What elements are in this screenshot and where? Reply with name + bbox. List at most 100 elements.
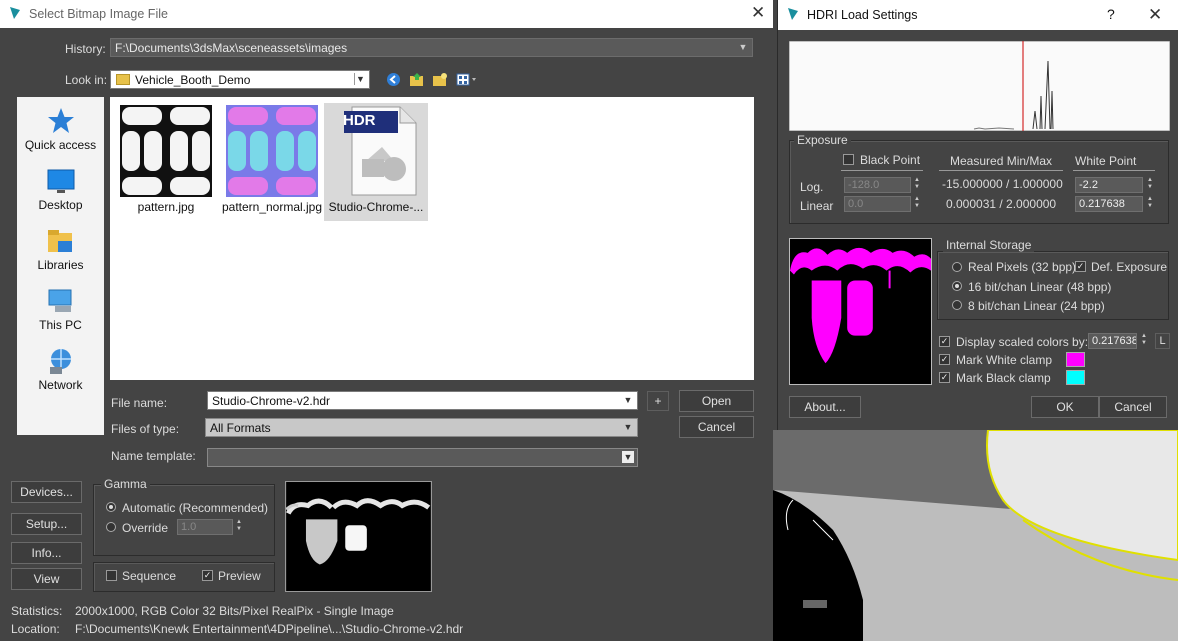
- def-exposure-checkbox[interactable]: ✓: [1075, 261, 1086, 272]
- libraries-icon: [47, 230, 72, 252]
- spinner-arrows-icon[interactable]: ▲ ▼: [912, 196, 922, 212]
- lock-button[interactable]: L: [1155, 333, 1170, 349]
- filename-value: Studio-Chrome-v2.hdr: [212, 394, 331, 408]
- sequence-checkbox[interactable]: [106, 570, 117, 581]
- statistics-label: Statistics:: [11, 604, 63, 618]
- log-label: Log.: [800, 180, 824, 194]
- file-name: pattern_normal.jpg: [221, 200, 323, 214]
- white-point-label: White Point: [1075, 154, 1137, 168]
- override-radio[interactable]: [106, 522, 116, 532]
- measured-log-value: -15.000000 / 1.000000: [942, 177, 1063, 191]
- override-spinner[interactable]: 1.0: [177, 519, 233, 535]
- divider: [939, 170, 1063, 171]
- black-clamp-checkbox[interactable]: ✓: [939, 372, 950, 383]
- place-desktop[interactable]: Desktop: [17, 167, 104, 212]
- spinner-arrows-icon[interactable]: ▲ ▼: [234, 519, 244, 535]
- title-bar: HDRI Load Settings ? ✕: [778, 0, 1178, 30]
- spinner-arrows-icon[interactable]: ▲ ▼: [912, 177, 922, 193]
- up-folder-icon[interactable]: [409, 72, 425, 87]
- automatic-radio[interactable]: [106, 502, 116, 512]
- place-quick-access[interactable]: Quick access: [17, 107, 104, 152]
- override-label: Override: [122, 521, 169, 535]
- bit16-radio[interactable]: [952, 281, 962, 291]
- place-label: Libraries: [37, 258, 84, 272]
- new-folder-icon[interactable]: [432, 72, 448, 87]
- close-icon[interactable]: ✕: [1148, 5, 1162, 25]
- white-clamp-swatch[interactable]: [1066, 352, 1085, 367]
- bit8-label: 8 bit/chan Linear (24 bpp): [968, 299, 1105, 313]
- preview-checkbox[interactable]: ✓: [202, 570, 213, 581]
- info-button[interactable]: Info...: [11, 542, 82, 564]
- histogram: [789, 41, 1170, 131]
- pattern-normal-thumbnail: [226, 105, 318, 197]
- bit16-label: 16 bit/chan Linear (48 bpp): [968, 280, 1112, 294]
- display-scaled-spinner[interactable]: 0.217638: [1088, 333, 1137, 349]
- divider: [1073, 170, 1155, 171]
- select-bitmap-dialog: Select Bitmap Image File ✕ History: F:\D…: [0, 0, 773, 641]
- filename-label: File name:: [111, 396, 168, 410]
- plus-button[interactable]: +: [647, 391, 669, 411]
- history-dropdown[interactable]: F:\Documents\3dsMax\sceneassets\images ▼: [110, 38, 753, 57]
- file-item[interactable]: pattern.jpg: [114, 105, 218, 225]
- black-log-spinner[interactable]: -128.0: [844, 177, 911, 193]
- back-icon[interactable]: [386, 72, 401, 87]
- pattern-thumbnail: [120, 105, 212, 197]
- app-icon: [788, 8, 798, 20]
- black-clamp-swatch[interactable]: [1066, 370, 1085, 385]
- devices-button[interactable]: Devices...: [11, 481, 82, 503]
- help-button[interactable]: ?: [1107, 6, 1115, 22]
- spinner-arrows-icon[interactable]: ▲ ▼: [1139, 333, 1149, 349]
- view-menu-icon[interactable]: [456, 72, 478, 87]
- place-libraries[interactable]: Libraries: [17, 227, 104, 272]
- history-value: F:\Documents\3dsMax\sceneassets\images: [115, 41, 348, 55]
- ok-button[interactable]: OK: [1031, 396, 1099, 418]
- hdr-preview-image: [285, 481, 432, 592]
- location-label: Location:: [11, 622, 60, 636]
- cancel-button[interactable]: Cancel: [679, 416, 754, 438]
- hdri-load-settings-dialog: HDRI Load Settings ? ✕ Exposure Black Po…: [777, 0, 1178, 430]
- black-linear-spinner[interactable]: 0.0: [844, 196, 911, 212]
- place-label: Network: [38, 378, 83, 392]
- white-linear-spinner[interactable]: 0.217638: [1075, 196, 1143, 212]
- view-button[interactable]: View: [11, 568, 82, 590]
- black-point-checkbox[interactable]: [843, 154, 854, 165]
- statistics-value: 2000x1000, RGB Color 32 Bits/Pixel RealP…: [75, 604, 394, 618]
- override-value: 1.0: [181, 521, 197, 533]
- white-clamp-checkbox[interactable]: ✓: [939, 354, 950, 365]
- spinner-arrows-icon[interactable]: ▲ ▼: [1145, 177, 1155, 193]
- bit8-radio[interactable]: [952, 300, 962, 310]
- filetype-dropdown[interactable]: All Formats ▼: [205, 418, 638, 437]
- measured-linear-value: 0.000031 / 2.000000: [946, 197, 1057, 211]
- about-button[interactable]: About...: [789, 396, 861, 418]
- close-icon[interactable]: ✕: [751, 3, 765, 23]
- open-button[interactable]: Open: [679, 390, 754, 412]
- black-point-label: Black Point: [860, 153, 921, 167]
- display-scaled-checkbox[interactable]: ✓: [939, 336, 950, 347]
- lookin-dropdown[interactable]: Vehicle_Booth_Demo ▼: [110, 70, 370, 89]
- divider: [841, 170, 923, 171]
- real-pixels-radio[interactable]: [952, 262, 962, 272]
- file-item[interactable]: pattern_normal.jpg: [220, 105, 324, 225]
- place-label: Desktop: [38, 198, 83, 212]
- file-list[interactable]: pattern.jpg pattern_normal.jpg HDR Studi…: [110, 97, 754, 380]
- white-log-spinner[interactable]: -2.2: [1075, 177, 1143, 193]
- preview-label: Preview: [218, 569, 261, 583]
- file-item-selected[interactable]: HDR Studio-Chrome-...: [324, 103, 428, 221]
- chevron-down-icon: ▼: [623, 422, 633, 432]
- places-bar: Quick access Desktop Libraries This PC N…: [17, 97, 104, 435]
- place-label: This PC: [39, 318, 82, 332]
- place-network[interactable]: Network: [17, 347, 104, 392]
- setup-button[interactable]: Setup...: [11, 513, 82, 535]
- scene-viewport: [773, 430, 1178, 641]
- gamma-title: Gamma: [101, 477, 150, 491]
- chevron-down-icon: ▼: [623, 395, 633, 405]
- template-dropdown[interactable]: ▼: [207, 448, 638, 467]
- lookin-label: Look in:: [65, 73, 108, 87]
- storage-title: Internal Storage: [943, 238, 1035, 252]
- cancel-button[interactable]: Cancel: [1099, 396, 1167, 418]
- white-log-value: -2.2: [1079, 179, 1098, 191]
- spinner-arrows-icon[interactable]: ▲ ▼: [1145, 196, 1155, 212]
- place-this-pc[interactable]: This PC: [17, 287, 104, 332]
- black-log-value: -128.0: [848, 179, 880, 191]
- filename-input[interactable]: Studio-Chrome-v2.hdr ▼: [207, 391, 638, 410]
